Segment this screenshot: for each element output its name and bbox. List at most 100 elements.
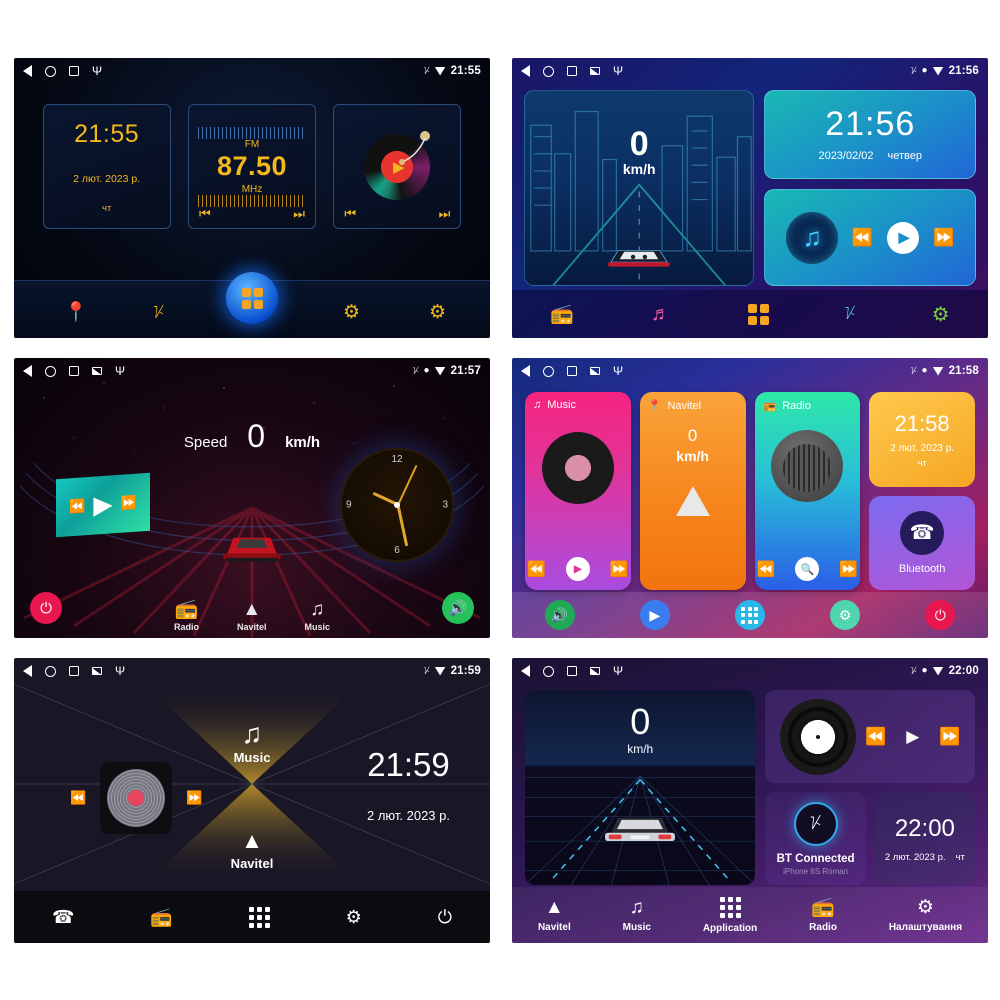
bluetooth-card[interactable]: ᜩ BT Connected iPhone 6S Roman: [765, 792, 866, 885]
recent-apps-icon[interactable]: [567, 366, 577, 376]
radio-icon[interactable]: 📻: [550, 302, 574, 326]
clock-card[interactable]: 21:56 2023/02/02 четвер: [764, 90, 976, 180]
tile-music[interactable]: ♫ Music ⏪ ▶ ⏩: [525, 392, 631, 590]
home-icon[interactable]: [45, 365, 56, 377]
speed-card[interactable]: 0 km/h: [524, 90, 755, 286]
navitel-shortcut[interactable]: ▲ Navitel: [231, 828, 274, 871]
next-icon[interactable]: ⏭: [439, 206, 451, 222]
dock-item-radio[interactable]: 📻 Radio: [809, 898, 837, 933]
back-icon[interactable]: [521, 365, 530, 377]
next-icon[interactable]: ⏩: [933, 228, 954, 248]
back-icon[interactable]: [23, 365, 32, 377]
app-music[interactable]: ♫ Music: [305, 600, 331, 632]
prev-icon[interactable]: ⏪: [757, 560, 776, 578]
prev-icon[interactable]: ⏮: [199, 206, 211, 222]
recent-apps-icon[interactable]: [567, 666, 577, 676]
music-card[interactable]: ♫ ⏪ ▶ ⏩: [764, 189, 976, 286]
bluetooth-icon[interactable]: ᜩ: [845, 303, 855, 325]
speed-label: Speed: [183, 434, 228, 451]
music-note-icon[interactable]: ♫: [786, 211, 839, 264]
recent-apps-icon[interactable]: [567, 66, 577, 76]
music-note-icon[interactable]: ♬: [651, 303, 671, 326]
power-icon[interactable]: ⏻: [438, 907, 452, 928]
settings-gear-icon[interactable]: ⚙: [932, 302, 950, 327]
power-icon[interactable]: ⏻: [925, 600, 956, 630]
back-icon[interactable]: [521, 65, 530, 77]
home-icon[interactable]: [543, 65, 554, 77]
home-icon[interactable]: [543, 665, 554, 677]
tile-navitel[interactable]: 📍 Navitel 0 km/h: [639, 392, 746, 590]
apps-grid-icon[interactable]: [248, 906, 270, 928]
radio-scale-top: [197, 126, 306, 139]
prev-icon[interactable]: ⏪: [865, 727, 886, 747]
home-icon[interactable]: [45, 665, 56, 677]
clock-card[interactable]: 21:55 2 лют. 2023 р. чт: [42, 104, 171, 229]
power-icon[interactable]: ⏻: [30, 592, 62, 624]
prev-icon[interactable]: ⏪: [852, 228, 873, 248]
home-icon[interactable]: [543, 365, 554, 377]
prev-icon[interactable]: ⏪: [69, 498, 85, 515]
dock-item-navitel[interactable]: ▲ Navitel: [538, 898, 571, 933]
next-icon[interactable]: ⏩: [186, 790, 202, 806]
play-icon[interactable]: ▶: [906, 727, 919, 747]
next-icon[interactable]: ⏩: [839, 560, 858, 578]
back-icon[interactable]: [23, 65, 32, 77]
gps-pin-icon[interactable]: 📍: [64, 300, 88, 324]
dock-item-settings[interactable]: ⚙ Налаштування: [889, 898, 962, 933]
music-card[interactable]: ▶ ⏮ ⏭: [333, 104, 462, 229]
next-icon[interactable]: ⏩: [939, 727, 960, 747]
app-radio[interactable]: 📻 Radio: [174, 600, 199, 632]
media-player-card[interactable]: ⏪ ▶ ⏩: [56, 472, 150, 538]
radio-card[interactable]: FM 87.50 MHz ⏮ ⏭: [187, 104, 316, 229]
recent-apps-icon[interactable]: [69, 66, 79, 76]
clock-widget[interactable]: 21:59 2 лют. 2023 р.: [367, 746, 450, 823]
search-icon[interactable]: 🔍: [795, 557, 820, 581]
settings-gear-icon[interactable]: ⚙: [830, 600, 861, 630]
apps-grid-icon[interactable]: [747, 303, 769, 325]
prev-icon[interactable]: ⏪: [527, 560, 546, 578]
dock-item-music[interactable]: ♫ Music: [623, 898, 651, 933]
tile-clock[interactable]: 21:58 2 лют. 2023 р. чт: [869, 392, 975, 487]
play-icon[interactable]: ▶: [565, 557, 590, 581]
prev-icon[interactable]: ⏪: [70, 790, 86, 806]
clock-card[interactable]: 22:00 2 лют. 2023 р. чт: [874, 792, 975, 885]
radio-receiver-graphic: [771, 430, 844, 502]
vinyl-record-icon[interactable]: ▶: [364, 130, 431, 200]
usb-icon: Ψ: [115, 664, 126, 678]
play-icon[interactable]: ▶: [93, 489, 112, 520]
home-icon[interactable]: [45, 65, 56, 77]
play-icon[interactable]: ▶: [639, 600, 670, 630]
settings-gear-icon[interactable]: ⚙: [346, 907, 362, 928]
speed-card[interactable]: 0 km/h: [525, 690, 756, 885]
play-icon[interactable]: ▶: [887, 221, 920, 254]
tile-radio[interactable]: 📻 Radio ⏪ 🔍 ⏩: [754, 392, 861, 590]
app-label: Music: [304, 622, 331, 632]
music-note-icon: ♫: [533, 399, 542, 411]
music-card[interactable]: ⏪ ▶ ⏩: [765, 690, 975, 783]
settings-gear-icon[interactable]: ⚙: [429, 301, 446, 324]
recent-apps-icon[interactable]: [69, 666, 79, 676]
steering-wheel-icon[interactable]: ⚙: [343, 301, 360, 324]
music-shortcut[interactable]: ♫ Music: [234, 720, 271, 766]
tile-bluetooth[interactable]: ☎ Bluetooth: [869, 495, 975, 590]
panel-6-purple-road: Ψ ᜩ ● 22:00 0 km/h ⏪ ▶ ⏩ ᜩ BT Connected …: [512, 658, 988, 943]
next-icon[interactable]: ⏩: [610, 560, 629, 578]
back-icon[interactable]: [521, 665, 530, 677]
phone-call-icon[interactable]: ☎: [52, 907, 74, 928]
prev-icon[interactable]: ⏮: [344, 206, 356, 222]
volume-icon[interactable]: 🔊: [442, 592, 474, 624]
radio-icon[interactable]: 📻: [150, 907, 172, 928]
speed-value: 0: [630, 701, 651, 742]
apps-grid-icon[interactable]: [226, 272, 278, 324]
volume-icon[interactable]: 🔊: [544, 600, 575, 630]
recent-apps-icon[interactable]: [69, 366, 79, 376]
apps-grid-icon[interactable]: [734, 600, 765, 630]
usb-icon: Ψ: [613, 664, 624, 678]
turntable-icon[interactable]: [100, 762, 172, 834]
next-icon[interactable]: ⏭: [293, 206, 305, 222]
next-icon[interactable]: ⏩: [121, 495, 137, 512]
dock-item-application[interactable]: Application: [703, 896, 757, 934]
bluetooth-icon[interactable]: ᜩ: [154, 302, 164, 324]
app-navitel[interactable]: ▲ Navitel: [237, 600, 267, 632]
back-icon[interactable]: [23, 665, 32, 677]
